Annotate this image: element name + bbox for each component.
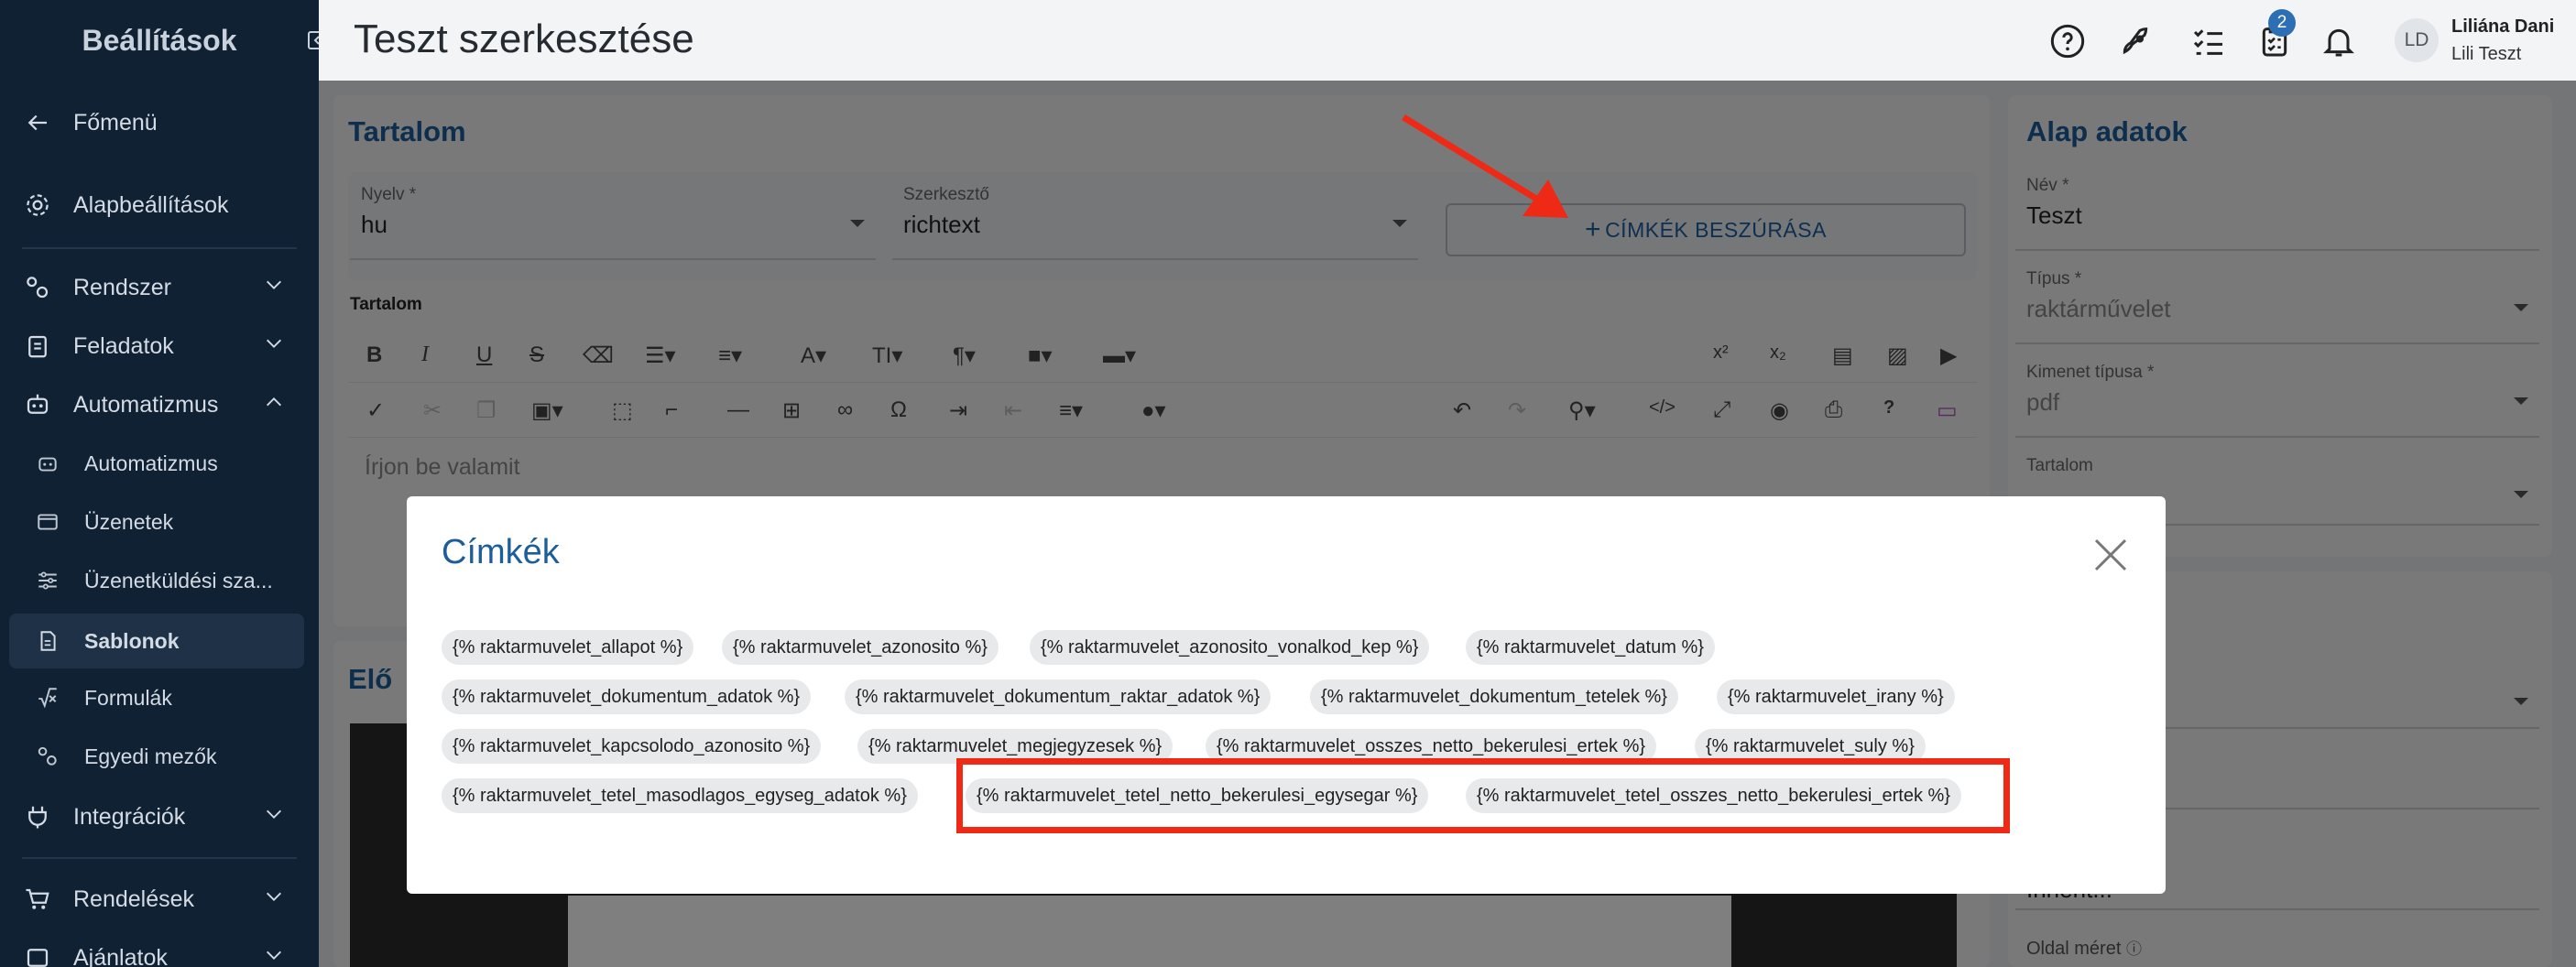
sidebar-item-label: Egyedi mezők — [84, 744, 217, 768]
sidebar-subitem-formulak[interactable]: Formulák — [0, 679, 319, 716]
sliders-icon — [35, 568, 60, 593]
messages-icon — [35, 509, 60, 535]
sidebar-item-label: Főmenü — [73, 109, 158, 136]
sidebar-item-integraciok[interactable]: Integrációk — [0, 797, 319, 837]
tag-chip[interactable]: {% raktarmuvelet_dokumentum_adatok %} — [442, 679, 812, 714]
chevron-down-icon — [264, 804, 284, 831]
sidebar-item-label: Automatizmus — [73, 391, 219, 418]
sidebar-item-automatizmus[interactable]: Automatizmus — [0, 385, 319, 425]
close-icon[interactable] — [2092, 537, 2129, 573]
sidebar-item-fomenu[interactable]: Főmenü — [0, 103, 319, 143]
gear-icon — [22, 190, 53, 221]
clipboard-icon — [22, 331, 53, 362]
tag-chip[interactable]: {% raktarmuvelet_tetel_masodlagos_egyseg… — [442, 778, 918, 813]
bell-icon[interactable] — [2319, 22, 2358, 60]
sidebar-subitem-uzenetek[interactable]: Üzenetek — [0, 504, 319, 540]
document-icon — [35, 628, 60, 654]
system-icon — [22, 272, 53, 303]
sidebar-item-alapbeallitasok[interactable]: Alapbeállítások — [0, 185, 319, 225]
sidebar-item-rendszer[interactable]: Rendszer — [0, 267, 319, 308]
sidebar-item-rendelesek[interactable]: Rendelések — [0, 879, 319, 919]
sidebar-item-feladatok[interactable]: Feladatok — [0, 326, 319, 366]
top-bar: Teszt szerkesztése — [319, 0, 2576, 81]
cart-icon — [22, 884, 53, 915]
sidebar-item-label: Rendelések — [73, 886, 195, 912]
help-icon[interactable] — [2048, 22, 2087, 60]
tag-chip[interactable]: {% raktarmuvelet_allapot %} — [442, 630, 694, 665]
sidebar-item-label: Alapbeállítások — [73, 191, 229, 218]
sidebar-title: Beállítások — [82, 23, 237, 57]
tag-chip[interactable]: {% raktarmuvelet_dokumentum_tetelek %} — [1310, 679, 1678, 714]
tag-chip[interactable]: {% raktarmuvelet_dokumentum_raktar_adato… — [845, 679, 1272, 714]
sidebar: Beállítások Főmenü Alapbeállítások Rends… — [0, 0, 337, 967]
sidebar-subitem-uzenetkuldesi[interactable]: Üzenetküldési sza... — [0, 562, 319, 599]
rocket-icon[interactable] — [2116, 22, 2155, 60]
user-company: Lili Teszt — [2451, 44, 2522, 64]
divider — [22, 857, 297, 859]
tag-chip[interactable]: {% raktarmuvelet_azonosito %} — [722, 630, 999, 665]
user-name: Liliána Dani — [2451, 16, 2555, 37]
sidebar-item-label: Ajánlatok — [73, 944, 168, 967]
sidebar-item-label: Üzenetek — [84, 509, 174, 534]
sidebar-header: Beállítások — [0, 0, 337, 81]
chevron-down-icon — [264, 945, 284, 967]
chevron-down-icon — [264, 275, 284, 301]
sidebar-item-label: Formulák — [84, 685, 172, 710]
chevron-down-icon — [264, 333, 284, 360]
chevron-down-icon — [264, 886, 284, 913]
sidebar-item-label: Sablonok — [84, 628, 180, 653]
avatar[interactable]: LD — [2395, 18, 2439, 62]
divider — [22, 247, 297, 249]
checklist-icon[interactable] — [2189, 22, 2228, 60]
formula-icon — [35, 685, 60, 711]
sidebar-item-label: Rendszer — [73, 274, 171, 300]
tasks-badge: 2 — [2268, 9, 2296, 37]
custom-fields-icon — [35, 744, 60, 769]
sidebar-subitem-sablonok[interactable]: Sablonok — [9, 614, 304, 668]
sidebar-item-ajanlatok[interactable]: Ajánlatok — [0, 938, 319, 967]
chevron-up-icon — [264, 392, 284, 418]
plug-icon — [22, 801, 53, 832]
tag-chip[interactable]: {% raktarmuvelet_azonosito_vonalkod_kep … — [1030, 630, 1430, 665]
sidebar-subitem-egyedi-mezok[interactable]: Egyedi mezők — [0, 738, 319, 775]
offer-icon — [22, 942, 53, 967]
robot-icon — [35, 451, 60, 476]
tag-chip[interactable]: {% raktarmuvelet_irany %} — [1717, 679, 1955, 714]
tags-modal: Címkék {% raktarmuvelet_allapot %} {% ra… — [407, 496, 2166, 894]
tag-chip[interactable]: {% raktarmuvelet_kapcsolodo_azonosito %} — [442, 729, 822, 764]
modal-title: Címkék — [442, 533, 560, 571]
sidebar-subitem-automatizmus[interactable]: Automatizmus — [0, 445, 319, 482]
sidebar-item-label: Üzenetküldési sza... — [84, 568, 273, 592]
arrow-left-icon — [22, 107, 53, 138]
robot-icon — [22, 389, 53, 420]
page-title: Teszt szerkesztése — [354, 16, 694, 61]
tag-chip[interactable]: {% raktarmuvelet_datum %} — [1466, 630, 1715, 665]
sidebar-item-label: Integrációk — [73, 803, 186, 830]
sidebar-item-label: Automatizmus — [84, 451, 218, 475]
sidebar-item-label: Feladatok — [73, 332, 174, 359]
highlight-box — [956, 758, 2010, 833]
